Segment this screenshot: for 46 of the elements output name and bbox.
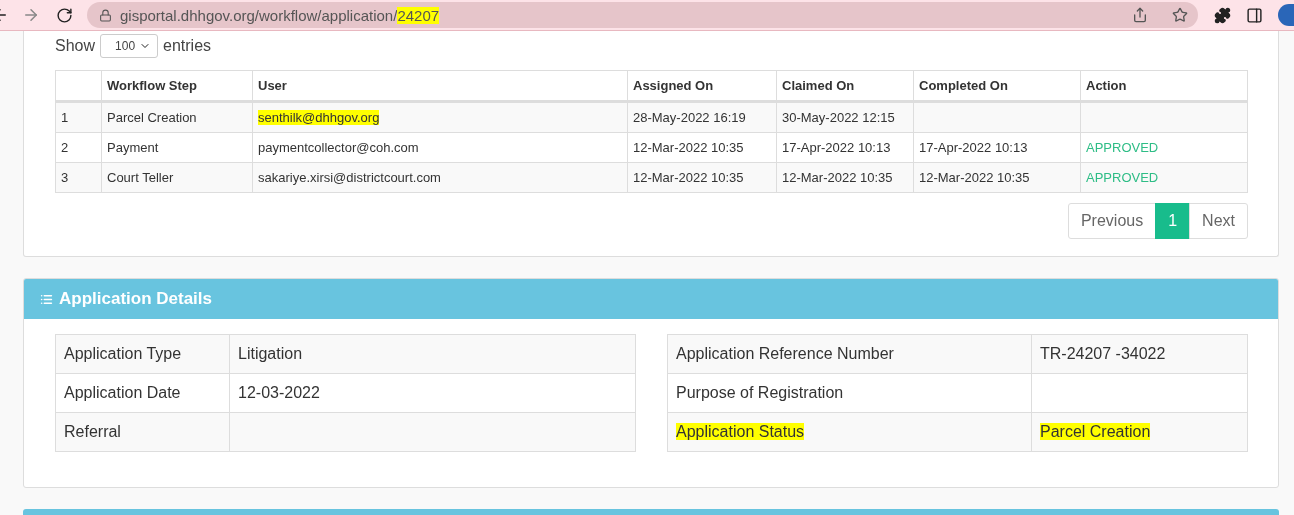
puzzle-icon[interactable] (1214, 6, 1231, 24)
pagination-button[interactable]: Next (1189, 203, 1248, 239)
table-cell: Application Type (55, 334, 230, 374)
address-bar[interactable]: gisportal.dhhgov.org/workflow/application/24207 (87, 2, 1198, 28)
table-cell: senthilk@dhhgov.org (252, 101, 628, 133)
table-cell: 30-May-2022 12:15 (776, 101, 914, 133)
entries-label: entries (163, 37, 212, 55)
table-cell: Application Date (55, 373, 230, 413)
forward-icon[interactable] (22, 6, 40, 24)
reload-icon[interactable] (56, 6, 73, 24)
table-cell: APPROVED (1080, 162, 1248, 193)
table-cell: Application Status (667, 412, 1032, 452)
table-cell: 12-Mar-2022 10:35 (627, 162, 777, 193)
pagination-button[interactable]: Previous (1067, 203, 1157, 239)
table-cell: Application Reference Number (667, 334, 1032, 374)
table-cell: 12-Mar-2022 10:35 (776, 162, 914, 193)
table-cell: 12-03-2022 (229, 373, 636, 413)
page-size-select[interactable]: 100 (100, 34, 159, 58)
show-label: Show (55, 37, 96, 55)
panel-title: Application Details (59, 289, 213, 309)
avatar[interactable] (1278, 4, 1294, 26)
url-text: gisportal.dhhgov.org/workflow/application/24207 (120, 6, 440, 24)
table-cell: paymentcollector@coh.com (252, 132, 628, 163)
table-cell: Purpose of Registration (667, 373, 1032, 413)
star-icon[interactable] (1172, 7, 1188, 23)
table-cell: APPROVED (1080, 132, 1248, 163)
table-cell: Court Teller (101, 162, 253, 193)
list-icon (40, 292, 53, 306)
table-cell: 1 (55, 101, 102, 133)
table-cell: Parcel Creation (101, 101, 253, 133)
table-cell: sakariye.xirsi@districtcourt.com (252, 162, 628, 193)
table-cell: Litigation (229, 334, 636, 374)
table-cell: 12-Mar-2022 10:35 (627, 132, 777, 163)
sidebar-icon[interactable] (1246, 6, 1263, 24)
table-cell: Payment (101, 132, 253, 163)
share-icon[interactable] (1132, 7, 1148, 23)
table-cell: 12-Mar-2022 10:35 (913, 162, 1081, 193)
table-cell: 2 (55, 132, 102, 163)
lock-icon (99, 8, 112, 22)
table-cell: 3 (55, 162, 102, 193)
table-cell: Referral (55, 412, 230, 452)
table-cell: 28-May-2022 16:19 (627, 101, 777, 133)
table-cell: 17-Apr-2022 10:13 (776, 132, 914, 163)
table-cell: TR-24207 -34022 (1031, 334, 1248, 374)
table-cell: Parcel Creation (1031, 412, 1248, 452)
table-cell: 17-Apr-2022 10:13 (913, 132, 1081, 163)
